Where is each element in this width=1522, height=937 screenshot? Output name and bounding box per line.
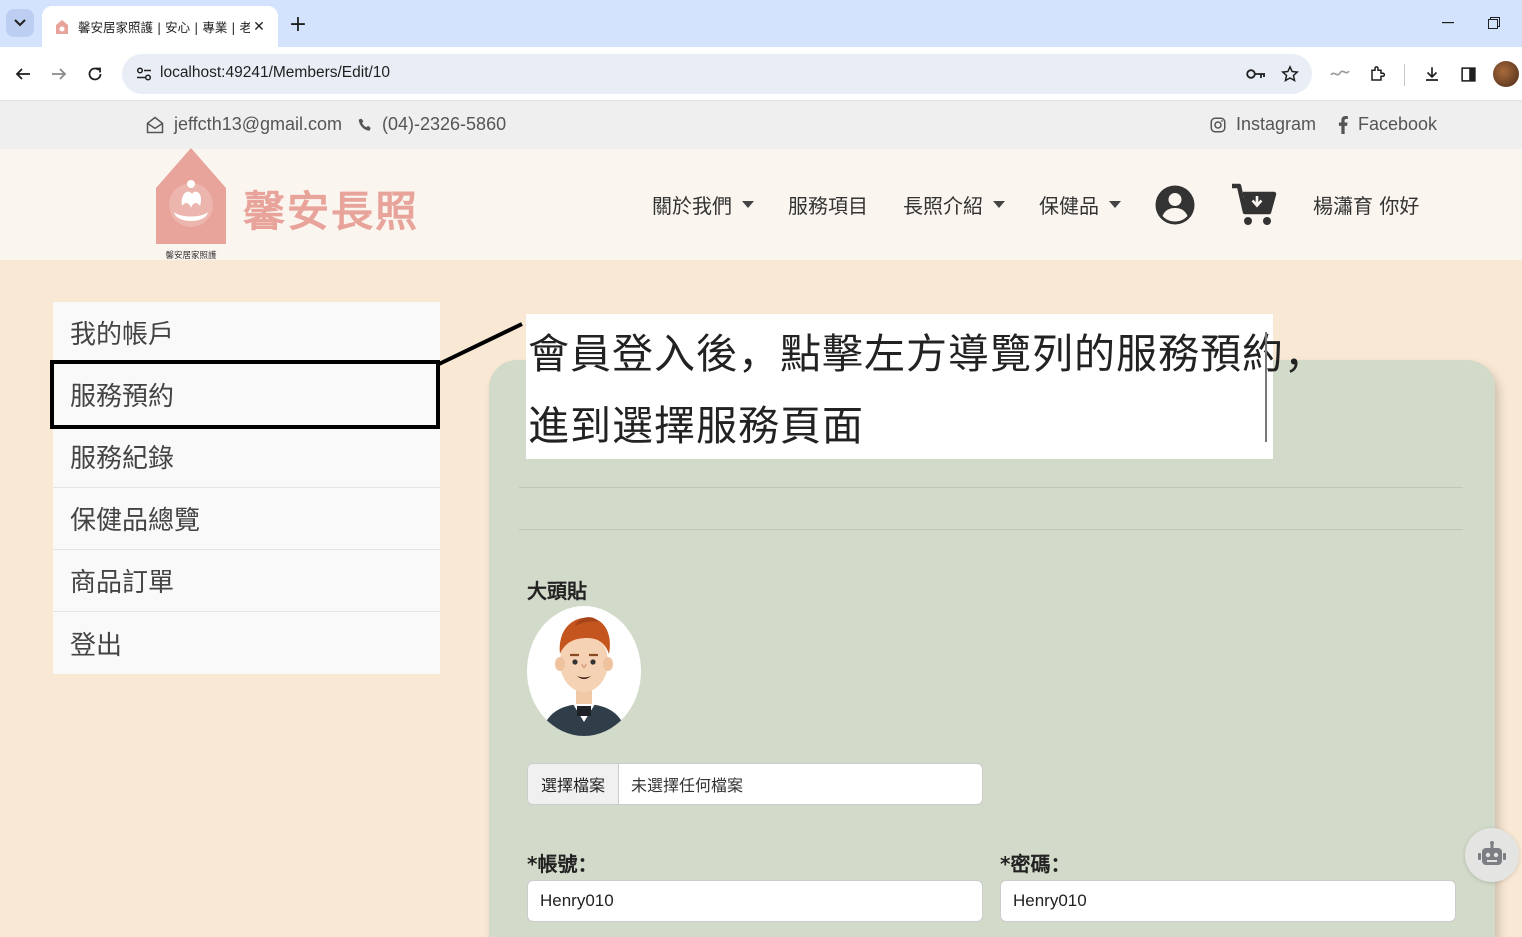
- instagram-icon: [1210, 117, 1226, 132]
- restore-button[interactable]: [1479, 10, 1509, 36]
- divider: [519, 529, 1463, 530]
- sidebar-item-label: 商品訂單: [70, 568, 175, 598]
- nav-about-label: 關於我們: [652, 194, 732, 218]
- annotation-text: 會員登入後，點擊左方導覽列的服務預約， 進到選擇服務頁面: [528, 318, 1326, 462]
- sidebar-item-logout[interactable]: 登出: [53, 612, 440, 674]
- extensions-button[interactable]: [1363, 59, 1393, 89]
- user-greeting: 楊瀟育 你好: [1313, 194, 1420, 218]
- contact-email[interactable]: jeffcth13@gmail.com: [145, 114, 342, 135]
- email-text: jeffcth13@gmail.com: [174, 114, 343, 134]
- account-label: *帳號：: [527, 852, 598, 876]
- annotation-highlight-box: [50, 360, 440, 429]
- browser-tab-active[interactable]: 馨安居家照護 | 安心 | 專業 | 老人 ✕: [42, 6, 278, 47]
- contact-phone[interactable]: (04)-2326-5860: [357, 114, 506, 135]
- member-sidebar: 我的帳戶 服務預約 服務紀錄 保健品總覽 商品訂單 登出: [53, 302, 440, 674]
- chevron-down-icon: [14, 19, 26, 27]
- site-favicon-icon: [56, 19, 68, 34]
- avatar-file-input[interactable]: 選擇檔案 未選擇任何檔案: [527, 763, 983, 805]
- sidebar-item-service-records[interactable]: 服務紀錄: [53, 426, 440, 488]
- instagram-label: Instagram: [1236, 114, 1317, 134]
- sidebar-item-product-orders[interactable]: 商品訂單: [53, 550, 440, 612]
- facebook-label: Facebook: [1358, 114, 1438, 134]
- nav-services[interactable]: 服務項目: [788, 190, 868, 219]
- star-icon: [1281, 65, 1299, 82]
- nav-about-dropdown[interactable]: 關於我們: [652, 190, 754, 219]
- back-button[interactable]: [8, 59, 38, 89]
- toolbar-separator: [1404, 64, 1405, 86]
- reload-icon: [88, 67, 102, 81]
- user-account-icon[interactable]: [1155, 183, 1195, 227]
- phone-icon: [358, 118, 371, 131]
- password-label: *密碼：: [1000, 852, 1071, 876]
- logo-caption: 馨安居家照護: [165, 250, 217, 261]
- extension-wave-button[interactable]: [1325, 59, 1355, 89]
- cart-icon[interactable]: [1230, 181, 1278, 229]
- url-text: localhost:49241/Members/Edit/10: [160, 64, 391, 81]
- key-icon: [1246, 69, 1265, 79]
- tune-icon: [136, 67, 152, 81]
- sidebar-item-label: 我的帳戶: [70, 320, 175, 350]
- tab-search-button[interactable]: [6, 9, 34, 37]
- browser-toolbar: localhost:49241/Members/Edit/10: [0, 47, 1522, 101]
- arrow-right-icon: [52, 68, 67, 80]
- robot-icon: [1478, 841, 1506, 865]
- new-tab-button[interactable]: +: [284, 10, 312, 38]
- caret-down-icon: [993, 201, 1005, 208]
- text-cursor: [1265, 332, 1267, 442]
- tab-title: 馨安居家照護 | 安心 | 專業 | 老人: [78, 20, 250, 35]
- handshake-icon: [1330, 70, 1350, 76]
- divider: [519, 487, 1463, 488]
- sidebar-item-label: 保健品總覽: [70, 506, 201, 536]
- nav-health-products-dropdown[interactable]: 保健品: [1039, 190, 1121, 219]
- minimize-button[interactable]: [1433, 10, 1463, 36]
- minimize-icon: [1442, 22, 1454, 24]
- sidebar-item-label: 服務紀錄: [70, 444, 175, 474]
- browser-tab-strip: 馨安居家照護 | 安心 | 專業 | 老人 ✕ +: [0, 0, 1522, 47]
- instagram-link[interactable]: Instagram: [1209, 114, 1316, 135]
- nav-health-products-label: 保健品: [1039, 194, 1099, 218]
- caret-down-icon: [1109, 201, 1121, 208]
- annotation-line-1: 會員登入後，點擊左方導覽列的服務預約，: [528, 330, 1326, 378]
- puzzle-icon: [1371, 66, 1386, 81]
- reload-button[interactable]: [80, 59, 110, 89]
- site-header: [0, 149, 1522, 260]
- sidebar-item-health-products[interactable]: 保健品總覽: [53, 488, 440, 550]
- forward-button[interactable]: [44, 59, 74, 89]
- bookmark-button[interactable]: [1276, 60, 1304, 88]
- account-input[interactable]: [527, 880, 983, 922]
- nav-ltc-intro-dropdown[interactable]: 長照介紹: [903, 190, 1005, 219]
- contact-bar: jeffcth13@gmail.com (04)-2326-5860 Insta…: [0, 101, 1522, 149]
- nav-services-label: 服務項目: [788, 194, 868, 218]
- close-tab-icon[interactable]: ✕: [250, 18, 268, 36]
- restore-icon: [1488, 17, 1500, 29]
- downloads-button[interactable]: [1417, 59, 1447, 89]
- sidebar-item-my-account[interactable]: 我的帳戶: [53, 302, 440, 364]
- chatbot-button[interactable]: [1465, 828, 1519, 882]
- facebook-link[interactable]: Facebook: [1337, 114, 1437, 135]
- avatar-label: 大頭貼: [527, 579, 587, 603]
- side-panel-icon: [1460, 66, 1476, 82]
- envelope-open-icon: [146, 116, 164, 133]
- avatar-image[interactable]: [527, 606, 641, 736]
- arrow-left-icon: [15, 68, 30, 80]
- annotation-callout: 會員登入後，點擊左方導覽列的服務預約， 進到選擇服務頁面: [526, 314, 1325, 459]
- brand-name[interactable]: 馨安長照: [243, 178, 419, 239]
- password-input[interactable]: [1000, 880, 1456, 922]
- caret-down-icon: [742, 201, 754, 208]
- site-info-button[interactable]: [130, 60, 158, 88]
- profile-avatar[interactable]: [1493, 61, 1519, 87]
- facebook-icon: [1338, 115, 1348, 134]
- password-key-button[interactable]: [1242, 60, 1270, 88]
- address-bar[interactable]: localhost:49241/Members/Edit/10: [122, 54, 1312, 94]
- download-icon: [1426, 67, 1438, 81]
- nav-ltc-intro-label: 長照介紹: [903, 194, 983, 218]
- choose-file-button[interactable]: 選擇檔案: [528, 764, 619, 804]
- annotation-line-2: 進到選擇服務頁面: [528, 402, 864, 450]
- phone-text: (04)-2326-5860: [382, 114, 507, 134]
- brand-logo[interactable]: 馨安居家照護: [154, 148, 228, 262]
- sidebar-item-label: 登出: [70, 630, 123, 661]
- side-panel-button[interactable]: [1453, 59, 1483, 89]
- file-status-text: 未選擇任何檔案: [631, 776, 744, 795]
